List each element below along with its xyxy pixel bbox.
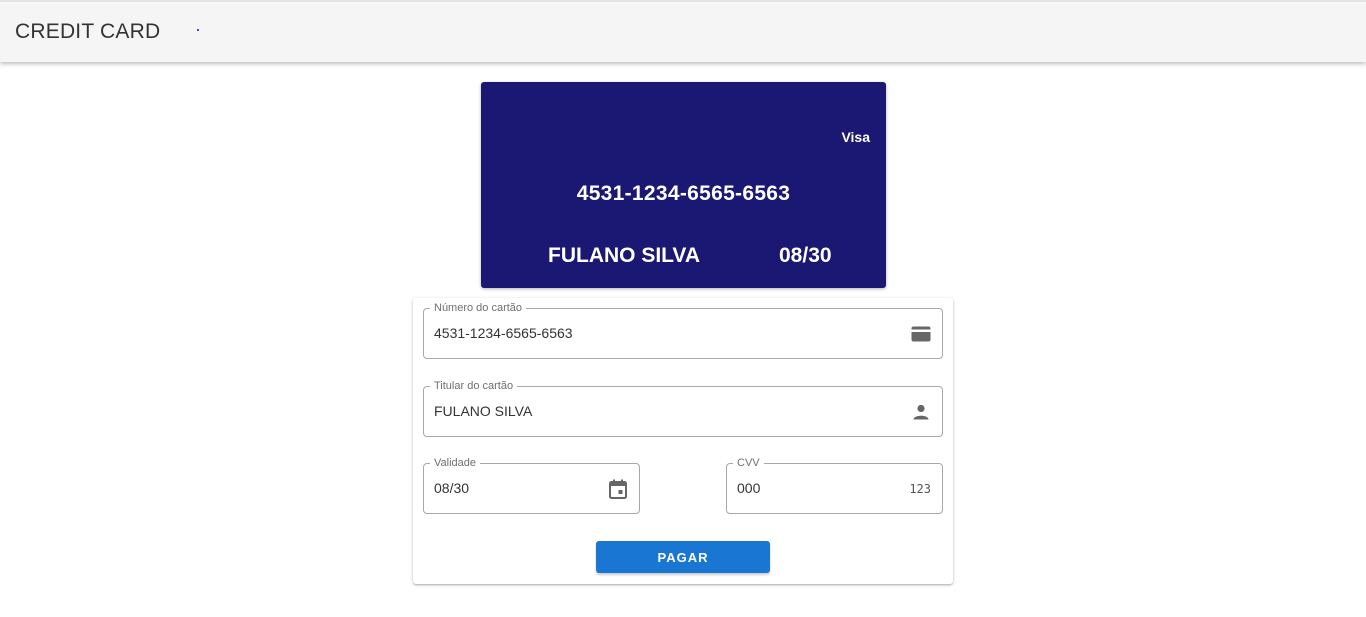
- card-brand-label: Visa: [841, 129, 870, 145]
- card-number-field: Número do cartão: [423, 301, 943, 359]
- expiry-field: Validade: [423, 456, 640, 514]
- loading-indicator-dot: [197, 29, 199, 31]
- card-holder-input[interactable]: [434, 401, 834, 421]
- card-number-display: 4531-1234-6565-6563: [576, 182, 791, 205]
- credit-card-preview: Visa 4531-1234-6565-6563 FULANO SILVA 08…: [481, 82, 886, 288]
- person-icon: [910, 401, 932, 423]
- cvv-label: CVV: [733, 456, 764, 470]
- payment-form: Número do cartão Titular do cartão Valid…: [413, 298, 953, 584]
- card-expiry-display: 08/30: [779, 244, 832, 267]
- credit-card-icon: [910, 323, 932, 345]
- cvv-field: CVV 123: [726, 456, 943, 514]
- cvv-input[interactable]: [737, 478, 897, 498]
- expiry-label: Validade: [430, 456, 480, 470]
- calendar-icon[interactable]: [607, 478, 629, 500]
- app-bar: CREDIT CARD: [0, 0, 1366, 62]
- expiry-input[interactable]: [434, 478, 594, 498]
- card-holder-field: Titular do cartão: [423, 379, 943, 437]
- numeric-icon: 123: [909, 482, 931, 496]
- app-title: CREDIT CARD: [15, 20, 161, 43]
- card-number-input[interactable]: [434, 323, 834, 343]
- pay-button[interactable]: PAGAR: [596, 541, 770, 573]
- card-holder-display: FULANO SILVA: [548, 244, 701, 267]
- card-number-label: Número do cartão: [430, 301, 527, 315]
- card-holder-label: Titular do cartão: [430, 379, 518, 393]
